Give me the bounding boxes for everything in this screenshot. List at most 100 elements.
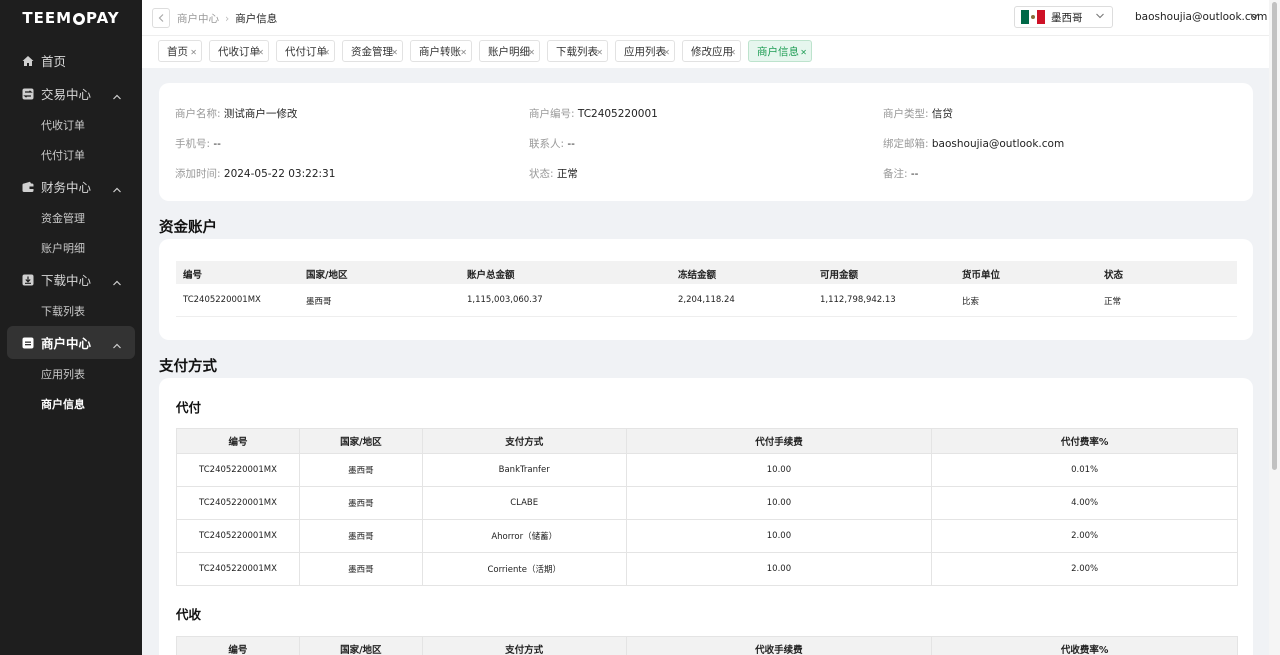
sidebar-subitem-payout-orders[interactable]: 代付订单 <box>0 140 142 170</box>
table-cell: 1,115,003,060.37 <box>467 295 543 305</box>
column-header: 国家/地区 <box>306 270 348 281</box>
column-header: 货币单位 <box>962 270 1001 281</box>
tab-label: 下载列表 <box>556 45 598 58</box>
tab-label: 修改应用 <box>691 45 733 58</box>
tab-item[interactable]: 代付订单 ✕ <box>276 40 335 62</box>
sidebar-item-label: 财务中心 <box>41 180 92 195</box>
fund-accounts-header: 编号 国家/地区 账户总金额 冻结金额 可用金额 货币单位 状态 <box>176 261 1237 284</box>
table-cell: TC2405220001MX <box>183 295 261 305</box>
sidebar-subitem-label: 商户信息 <box>41 398 85 411</box>
logo-mark <box>73 13 85 25</box>
exchange-icon <box>22 88 34 100</box>
chevron-up-icon[interactable] <box>113 274 121 286</box>
tab-item[interactable]: 首页 ✕ <box>158 40 202 62</box>
tab-item[interactable]: 修改应用 ✕ <box>682 40 741 62</box>
table-cell: 比索 <box>962 297 980 307</box>
table-cell: 1,112,798,942.13 <box>820 295 896 305</box>
close-icon[interactable]: ✕ <box>800 48 807 57</box>
close-icon[interactable]: ✕ <box>528 48 535 57</box>
tab-item[interactable]: 代收订单 ✕ <box>209 40 269 62</box>
table-cell: 墨西哥 <box>298 453 423 487</box>
user-menu[interactable]: baoshoujia@outlook.com <box>1135 11 1267 23</box>
table-cell: 10.00 <box>625 552 933 586</box>
close-icon[interactable]: ✕ <box>729 48 736 57</box>
column-header: 国家/地区 <box>298 636 423 655</box>
merchant-no-label: 商户编号: <box>529 108 575 120</box>
email-field: 绑定邮箱: baoshoujia@outlook.com <box>883 136 1064 151</box>
page-tabs: 首页 ✕ 代收订单 ✕ 代付订单 ✕ 资金管理 ✕ 商户转账 ✕ 账户明细 ✕ 下载列表 ✕ 应用列表 ✕ 修改… <box>142 36 1269 68</box>
close-icon[interactable]: ✕ <box>257 48 264 57</box>
merchant-name-label: 商户名称: <box>175 108 221 120</box>
sidebar-subitem-merchant-info[interactable]: 商户信息 <box>0 389 142 419</box>
chevron-up-icon[interactable] <box>113 337 121 349</box>
merchant-no-value: TC2405220001 <box>577 108 658 120</box>
country-select[interactable]: 墨西哥 <box>1014 6 1113 28</box>
mexico-flag-icon <box>1021 10 1045 24</box>
scrollbar-thumb[interactable] <box>1272 2 1277 470</box>
table-cell: Corriente（活期） <box>421 552 627 586</box>
merchant-name-field: 商户名称: 测试商户一修改 <box>175 106 297 121</box>
merchant-name-value: 测试商户一修改 <box>223 108 298 120</box>
tab-label: 商户转账 <box>419 45 461 58</box>
breadcrumb-separator-icon: › <box>225 12 230 25</box>
sidebar-subitem-label: 代付订单 <box>41 149 85 162</box>
table-cell: TC2405220001MX <box>176 519 300 553</box>
tab-item[interactable]: 商户转账 ✕ <box>410 40 472 62</box>
table-cell: 0.01% <box>931 453 1238 487</box>
close-icon[interactable]: ✕ <box>391 48 398 57</box>
sidebar-subitem-app-list[interactable]: 应用列表 <box>0 359 142 389</box>
table-cell: TC2405220001MX <box>176 552 300 586</box>
column-header: 编号 <box>176 428 300 454</box>
user-menu-chevron-icon[interactable] <box>1250 13 1259 19</box>
tab-item[interactable]: 账户明细 ✕ <box>479 40 540 62</box>
table-cell: 10.00 <box>625 453 933 487</box>
close-icon[interactable]: ✕ <box>460 48 467 57</box>
close-icon[interactable]: ✕ <box>596 48 603 57</box>
chevron-down-icon <box>1096 13 1104 19</box>
sidebar-subitem-collection-orders[interactable]: 代收订单 <box>0 110 142 140</box>
phone-value: -- <box>213 138 221 150</box>
back-button[interactable] <box>152 8 170 28</box>
sidebar-item-finance-center[interactable]: 财务中心 <box>0 170 142 203</box>
fund-accounts-title: 资金账户 <box>159 220 217 236</box>
sidebar-item-home[interactable]: 首页 <box>0 44 142 77</box>
close-icon[interactable]: ✕ <box>190 48 197 57</box>
sidebar-subitem-fund-management[interactable]: 资金管理 <box>0 203 142 233</box>
contact-label: 联系人: <box>529 138 565 150</box>
sidebar-subitem-download-list[interactable]: 下载列表 <box>0 296 142 326</box>
table-cell: 2,204,118.24 <box>678 295 735 305</box>
tab-label: 首页 <box>167 45 188 58</box>
status-label: 状态: <box>529 168 554 180</box>
table-cell: 2.00% <box>931 552 1238 586</box>
phone-label: 手机号: <box>175 138 211 150</box>
payment-methods-card: 代付 编号 国家/地区 支付方式 代付手续费 代付费率% TC2405220001MX 墨… <box>159 378 1253 655</box>
tab-item[interactable]: 应用列表 ✕ <box>615 40 675 62</box>
payout-table-body: TC2405220001MX 墨西哥 BankTranfer 10.00 0.01% TC… <box>176 453 1238 586</box>
chevron-up-icon[interactable] <box>113 88 121 100</box>
close-icon[interactable]: ✕ <box>323 48 330 57</box>
table-row: TC2405220001MX 墨西哥 Ahorror（储蓄） 10.00 2.00% <box>176 519 1238 553</box>
column-header: 代收手续费 <box>625 636 933 655</box>
sidebar-item-label: 下载中心 <box>41 273 92 288</box>
sidebar-item-merchant-center[interactable]: 商户中心 <box>7 326 135 359</box>
sidebar-subitem-account-details[interactable]: 账户明细 <box>0 233 142 263</box>
tab-item[interactable]: 下载列表 ✕ <box>547 40 608 62</box>
close-icon[interactable]: ✕ <box>663 48 670 57</box>
tab-item[interactable]: 商户信息 ✕ <box>748 40 812 62</box>
breadcrumb-parent[interactable]: 商户中心 <box>177 11 219 26</box>
payout-table-header: 编号 国家/地区 支付方式 代付手续费 代付费率% <box>176 428 1238 454</box>
sidebar-item-trade-center[interactable]: 交易中心 <box>0 77 142 110</box>
app-logo[interactable]: TEEM PAY <box>0 0 142 36</box>
sidebar-item-label: 商户中心 <box>41 336 92 351</box>
status-badge: 正常 <box>1104 297 1122 307</box>
phone-field: 手机号: -- <box>175 136 221 151</box>
sidebar-item-download-center[interactable]: 下载中心 <box>0 263 142 296</box>
added-time-value: 2024-05-22 03:22:31 <box>223 168 336 180</box>
country-select-value: 墨西哥 <box>1051 11 1083 24</box>
tab-label: 代收订单 <box>218 45 260 58</box>
payment-methods-title: 支付方式 <box>159 359 217 375</box>
logo-text-right: PAY <box>86 9 120 27</box>
tab-item[interactable]: 资金管理 ✕ <box>342 40 403 62</box>
page-scrollbar[interactable] <box>1269 0 1280 655</box>
chevron-up-icon[interactable] <box>113 181 121 193</box>
